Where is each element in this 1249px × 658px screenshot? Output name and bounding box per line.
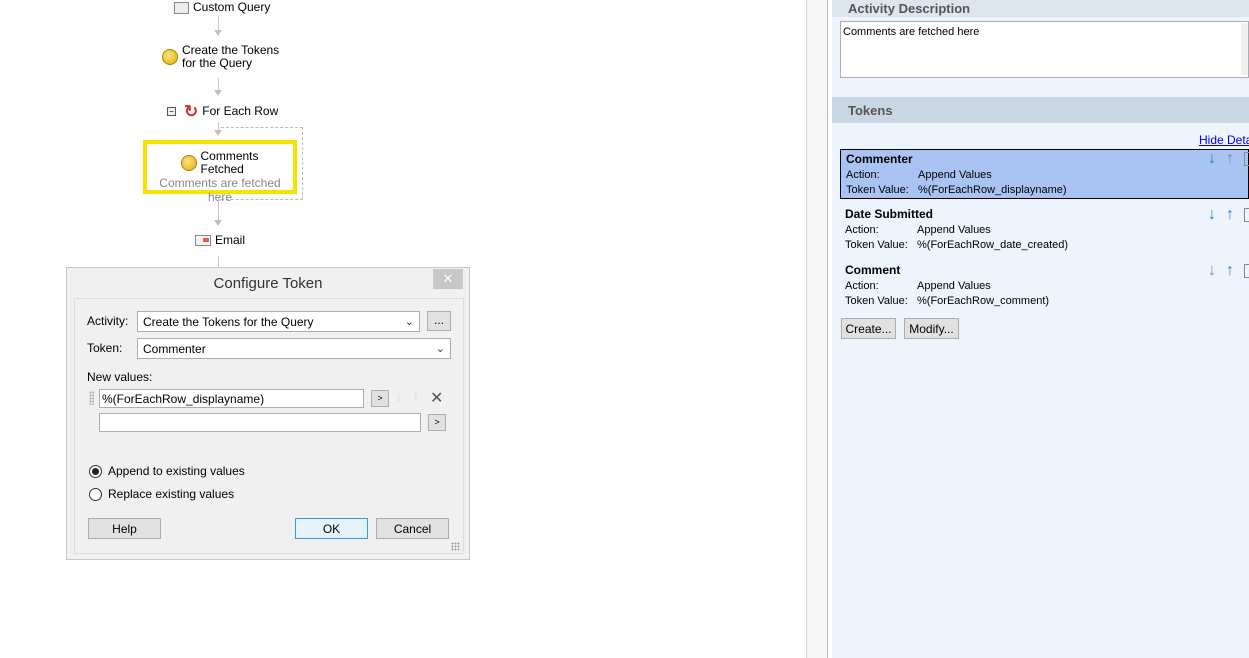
token-coin-icon xyxy=(181,155,198,171)
token-name: Date Submitted xyxy=(845,207,934,221)
new-values-label: New values: xyxy=(87,370,153,384)
node-label: Create the Tokens for the Query xyxy=(182,43,280,70)
description-text: Comments are fetched here xyxy=(843,26,980,38)
move-up-icon: ↑ xyxy=(1226,150,1234,167)
value-label: Token Value: xyxy=(846,184,909,196)
section-title: Tokens xyxy=(848,103,893,118)
action-label: Action: xyxy=(845,279,879,292)
delete-icon[interactable] xyxy=(1244,264,1249,278)
token-value: %(ForEachRow_comment) xyxy=(917,295,1050,307)
value-input-2[interactable] xyxy=(99,413,421,432)
browse-activity-button[interactable]: ... xyxy=(427,311,451,331)
activity-value: Create the Tokens for the Query xyxy=(143,314,314,329)
delete-icon[interactable] xyxy=(1244,208,1249,222)
move-up-icon[interactable]: ↑ xyxy=(412,388,420,406)
chevron-down-icon: ⌄ xyxy=(435,343,445,355)
token-name: Comment xyxy=(845,263,901,277)
token-item-commenter[interactable]: Commenter Action: Append Values Token Val… xyxy=(840,149,1249,199)
section-title: Activity Description xyxy=(848,1,971,16)
action-label: Action: xyxy=(846,168,880,181)
activity-description-header: Activity Description xyxy=(832,0,1249,17)
workflow-node-for-each-row[interactable]: − ↻ For Each Row xyxy=(167,102,279,121)
email-icon xyxy=(195,235,211,246)
value-input-1[interactable]: %(ForEachRow_displayname) xyxy=(99,389,364,408)
token-value: %(ForEachRow_date_created) xyxy=(917,239,1069,251)
radio-checked-icon xyxy=(89,464,102,478)
drag-handle-icon[interactable] xyxy=(89,391,94,405)
node-label: Email xyxy=(215,233,246,247)
move-up-icon[interactable]: ↑ xyxy=(1226,263,1234,279)
move-down-icon[interactable]: ↓ xyxy=(1208,151,1216,167)
node-label: Custom Query xyxy=(193,0,271,14)
delete-icon[interactable] xyxy=(1244,152,1249,166)
activity-select[interactable]: Create the Tokens for the Query ⌄ xyxy=(137,311,420,332)
help-button[interactable]: Help xyxy=(88,518,161,539)
workflow-node-comments-fetched[interactable]: Comments Fetched Comments are fetched he… xyxy=(143,140,297,204)
token-item-comment[interactable]: Comment Action: Append Values Token Value… xyxy=(840,261,1249,311)
token-label: Token: xyxy=(87,341,123,355)
modify-token-button[interactable]: Modify... xyxy=(904,318,959,339)
query-icon xyxy=(174,1,189,14)
move-down-icon[interactable]: ↓ xyxy=(395,388,403,406)
value-text: %(ForEachRow_displayname) xyxy=(102,391,265,406)
workflow-node-create-tokens[interactable]: Create the Tokens for the Query xyxy=(162,44,279,70)
node-description: Comments are fetched here xyxy=(159,176,281,204)
hide-details-link[interactable]: Hide Details xyxy=(1199,133,1249,147)
description-textarea[interactable]: Comments are fetched here xyxy=(840,21,1249,78)
token-name: Commenter xyxy=(846,152,913,166)
token-coin-icon xyxy=(162,49,178,65)
token-action: Append Values xyxy=(917,223,991,236)
scrollbar[interactable] xyxy=(1241,23,1248,75)
configure-token-dialog: Configure Token ✕ Activity: Create the T… xyxy=(66,267,470,560)
ok-button[interactable]: OK xyxy=(295,518,368,539)
value-label: Token Value: xyxy=(845,295,908,307)
move-down-icon[interactable]: ↓ xyxy=(1208,207,1216,223)
node-label: For Each Row xyxy=(202,104,279,118)
radio-unchecked-icon xyxy=(89,487,102,501)
token-select[interactable]: Commenter ⌄ xyxy=(137,338,451,359)
token-value: Commenter xyxy=(143,341,206,356)
chevron-down-icon: ⌄ xyxy=(404,316,414,328)
cancel-button[interactable]: Cancel xyxy=(376,518,449,539)
token-value: %(ForEachRow_displayname) xyxy=(918,184,1067,196)
token-action: Append Values xyxy=(918,168,992,181)
insert-variable-button[interactable]: > xyxy=(428,414,446,431)
dialog-title: Configure Token xyxy=(213,275,323,292)
radio-label: Append to existing values xyxy=(108,464,245,478)
workflow-node-email[interactable]: Email xyxy=(195,234,245,247)
loop-icon: ↻ xyxy=(184,102,199,121)
value-label: Token Value: xyxy=(845,239,908,251)
radio-label: Replace existing values xyxy=(108,487,235,501)
node-label: Comments Fetched xyxy=(200,149,259,176)
workflow-node-custom-query[interactable]: Custom Query xyxy=(174,1,270,14)
insert-variable-button[interactable]: > xyxy=(371,390,389,407)
remove-value-icon[interactable]: ✕ xyxy=(430,388,443,408)
move-down-icon: ↓ xyxy=(1208,262,1216,279)
collapse-icon[interactable]: − xyxy=(167,107,176,116)
move-up-icon[interactable]: ↑ xyxy=(1226,207,1234,223)
token-item-date-submitted[interactable]: Date Submitted Action: Append Values Toke… xyxy=(840,205,1249,255)
close-button[interactable]: ✕ xyxy=(433,269,463,289)
activity-label: Activity: xyxy=(87,314,129,328)
append-radio[interactable]: Append to existing values xyxy=(89,464,245,478)
token-action: Append Values xyxy=(917,279,991,292)
create-token-button[interactable]: Create... xyxy=(841,318,896,339)
tokens-header: Tokens xyxy=(832,97,1249,123)
replace-radio[interactable]: Replace existing values xyxy=(89,487,234,501)
action-label: Action: xyxy=(845,223,879,236)
resize-grip-icon[interactable] xyxy=(451,542,460,551)
